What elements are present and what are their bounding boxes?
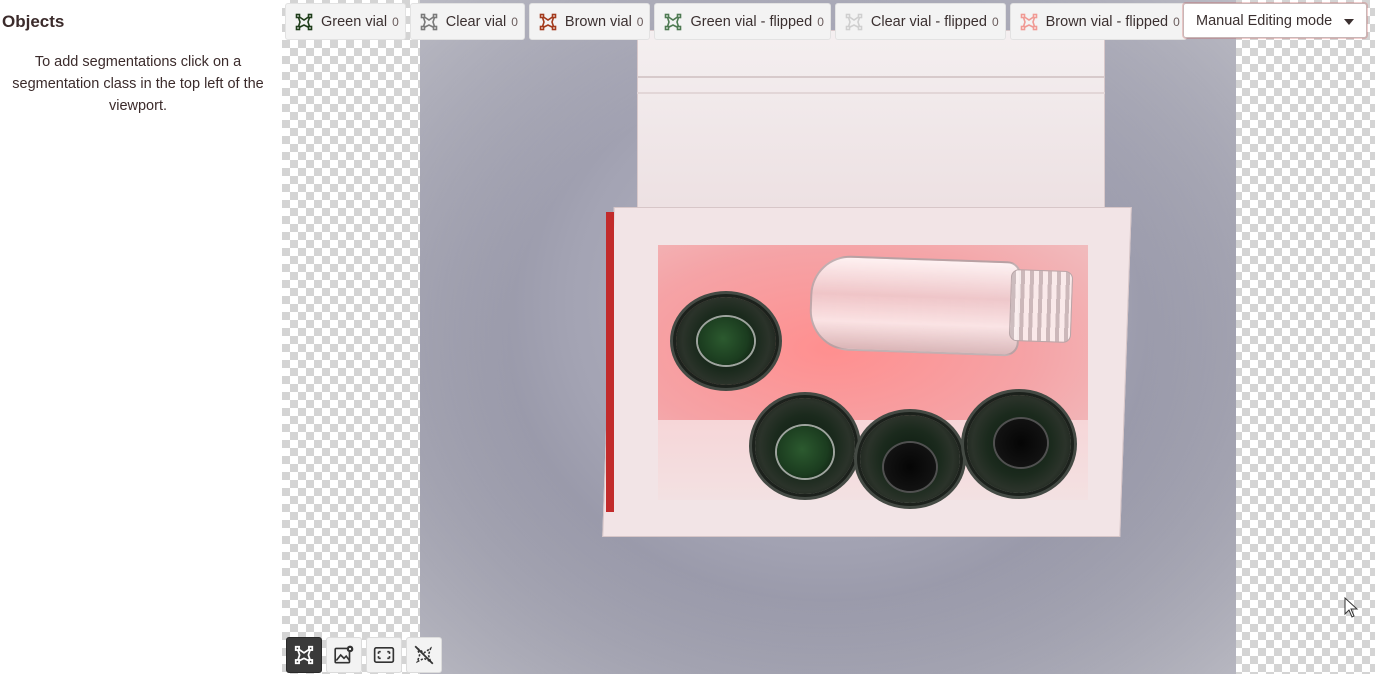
box-lid <box>637 30 1105 230</box>
class-button-clear-vial-flipped[interactable]: Clear vial - flipped 0 <box>834 3 1006 40</box>
class-button-brown-vial[interactable]: Brown vial 0 <box>528 3 651 40</box>
class-button-clear-vial[interactable]: Clear vial 0 <box>409 3 525 40</box>
mouse-cursor-icon <box>1344 597 1359 618</box>
brown-vial <box>860 415 960 503</box>
editing-mode-selected: Manual Editing mode <box>1196 12 1333 29</box>
segmentation-polygon-icon <box>294 645 314 665</box>
brown-vial <box>967 395 1071 493</box>
segmentation-polygon-icon <box>295 13 313 30</box>
image-viewport[interactable] <box>282 0 1375 674</box>
box-rim <box>606 212 614 512</box>
caret-down-icon <box>1344 19 1354 25</box>
segmentation-class-bar: Green vial 0 Clear vial 0 Brown vial 0 G… <box>285 3 1187 40</box>
segmentation-tool-button[interactable] <box>286 637 322 673</box>
segmentation-polygon-icon <box>1020 13 1037 30</box>
hide-segmentations-button[interactable] <box>406 637 442 673</box>
class-button-brown-vial-flipped[interactable]: Brown vial - flipped 0 <box>1009 3 1187 40</box>
class-count: 0 <box>636 14 644 29</box>
class-label: Green vial <box>321 13 388 30</box>
image-settings-button[interactable] <box>326 637 362 673</box>
box-lid-fold <box>637 92 1105 94</box>
segmentation-polygon-icon <box>539 13 557 30</box>
editing-mode-dropdown[interactable]: Manual Editing mode <box>1183 3 1367 38</box>
hide-segmentations-icon <box>414 645 434 665</box>
labeling-app: Objects To add segmentations click on a … <box>0 0 1375 674</box>
fit-view-icon <box>373 647 395 663</box>
vial-box-photo[interactable] <box>420 0 1236 674</box>
class-label: Brown vial - flipped <box>1045 13 1169 30</box>
clear-vial-neck <box>1008 268 1074 344</box>
class-label: Clear vial <box>445 13 507 30</box>
class-label: Clear vial - flipped <box>870 13 987 30</box>
class-label: Green vial - flipped <box>690 13 813 30</box>
sidebar-hint: To add segmentations click on a segmenta… <box>12 54 264 114</box>
green-vial <box>755 398 855 494</box>
sidebar-title: Objects <box>2 12 65 31</box>
class-count: 0 <box>392 14 399 29</box>
class-button-green-vial[interactable]: Green vial 0 <box>285 3 406 40</box>
segmentation-polygon-icon <box>420 13 438 30</box>
class-count: 0 <box>1173 14 1180 29</box>
green-vial <box>676 297 776 385</box>
objects-sidebar: Objects To add segmentations click on a … <box>0 0 282 674</box>
clear-vial <box>808 254 1022 357</box>
segmentation-polygon-icon <box>665 13 682 30</box>
fit-view-button[interactable] <box>366 637 402 673</box>
segmentation-polygon-icon <box>845 13 863 30</box>
vial-opening <box>995 419 1047 467</box>
vial-opening <box>698 317 754 365</box>
class-count: 0 <box>511 14 518 29</box>
class-button-green-vial-flipped[interactable]: Green vial - flipped 0 <box>654 3 831 40</box>
image-settings-icon <box>334 645 354 664</box>
class-count: 0 <box>817 14 824 29</box>
class-label: Brown vial <box>564 13 632 30</box>
viewport-toolbar <box>286 637 442 673</box>
vial-opening <box>777 426 833 478</box>
vial-opening <box>884 443 936 491</box>
class-count: 0 <box>991 14 999 29</box>
box-lid-fold <box>637 76 1105 78</box>
